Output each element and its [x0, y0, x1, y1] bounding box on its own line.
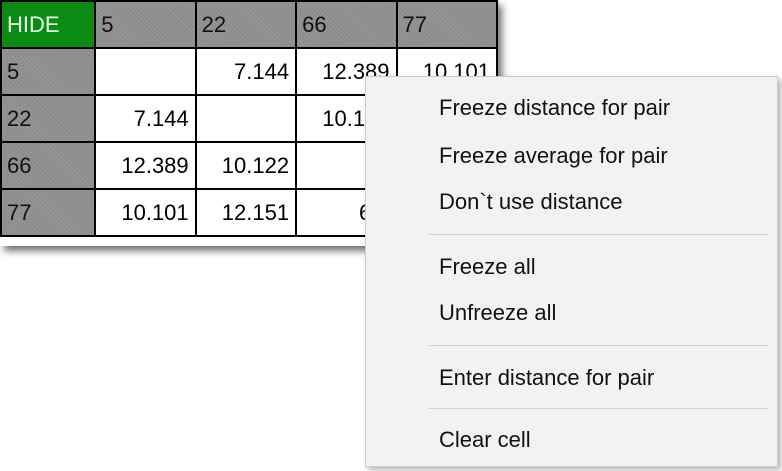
table-cell[interactable]: [94, 47, 197, 96]
table-cell[interactable]: 12.151: [194, 188, 298, 237]
menu-separator: [429, 345, 768, 346]
table-cell[interactable]: 7.144: [194, 47, 298, 96]
menu-item-freeze-all[interactable]: Freeze all: [439, 253, 536, 281]
table-cell[interactable]: 10.122: [194, 141, 298, 190]
menu-separator: [429, 408, 768, 409]
row-header-66[interactable]: 66: [0, 141, 97, 190]
menu-item-unfreeze-all[interactable]: Unfreeze all: [439, 299, 556, 327]
menu-item-freeze-average-for-pair[interactable]: Freeze average for pair: [439, 142, 668, 170]
table-cell[interactable]: 10.101: [94, 188, 197, 237]
table-cell[interactable]: 12.389: [94, 141, 197, 190]
context-menu: Freeze distance for pair Freeze average …: [365, 76, 778, 467]
column-header-5[interactable]: 5: [94, 0, 197, 49]
menu-item-clear-cell[interactable]: Clear cell: [439, 426, 531, 454]
column-header-66[interactable]: 66: [295, 0, 398, 49]
menu-item-freeze-distance-for-pair[interactable]: Freeze distance for pair: [439, 94, 670, 122]
row-header-77[interactable]: 77: [0, 188, 97, 237]
header-row: HIDE 5 22 66 77: [0, 0, 499, 49]
table-cell[interactable]: [194, 94, 298, 143]
menu-item-enter-distance-for-pair[interactable]: Enter distance for pair: [439, 364, 654, 392]
table-cell[interactable]: 7.144: [94, 94, 197, 143]
column-header-77[interactable]: 77: [395, 0, 499, 49]
hide-button[interactable]: HIDE: [0, 0, 97, 49]
column-header-22[interactable]: 22: [194, 0, 298, 49]
menu-item-dont-use-distance[interactable]: Don`t use distance: [439, 188, 622, 216]
row-header-5[interactable]: 5: [0, 47, 97, 96]
menu-separator: [429, 234, 768, 235]
row-header-22[interactable]: 22: [0, 94, 97, 143]
